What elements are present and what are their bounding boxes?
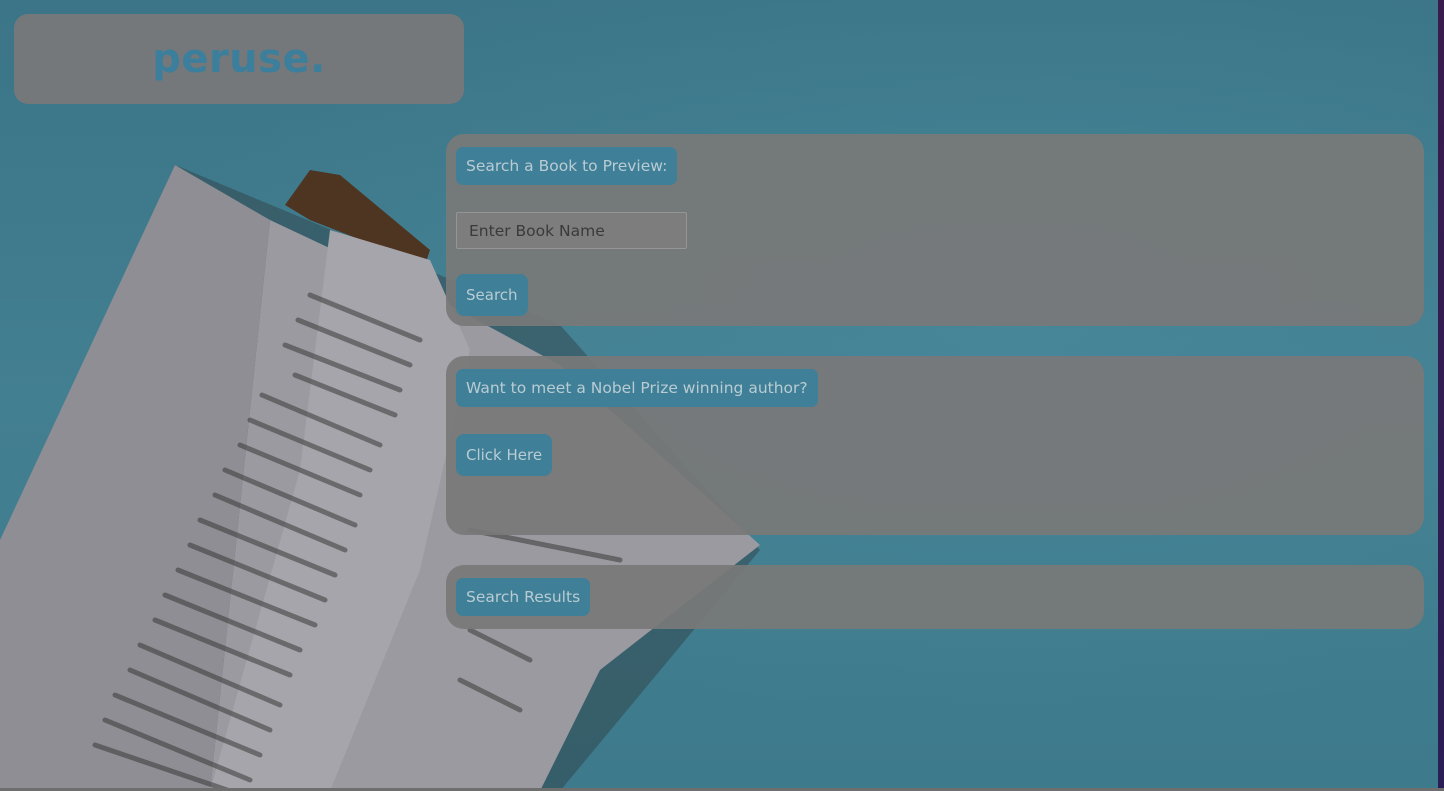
- results-panel: Search Results: [446, 565, 1424, 629]
- book-name-input[interactable]: [456, 212, 687, 249]
- search-panel: Search a Book to Preview: Search: [446, 134, 1424, 326]
- logo-panel: peruse.: [14, 14, 464, 104]
- nobel-heading: Want to meet a Nobel Prize winning autho…: [456, 369, 818, 407]
- app-logo[interactable]: peruse.: [152, 36, 326, 82]
- click-here-button[interactable]: Click Here: [456, 434, 553, 476]
- search-heading: Search a Book to Preview:: [456, 147, 678, 185]
- window-edge: [1438, 0, 1444, 791]
- search-results-heading: Search Results: [456, 578, 591, 616]
- search-button[interactable]: Search: [456, 274, 528, 316]
- nobel-panel: Want to meet a Nobel Prize winning autho…: [446, 356, 1424, 535]
